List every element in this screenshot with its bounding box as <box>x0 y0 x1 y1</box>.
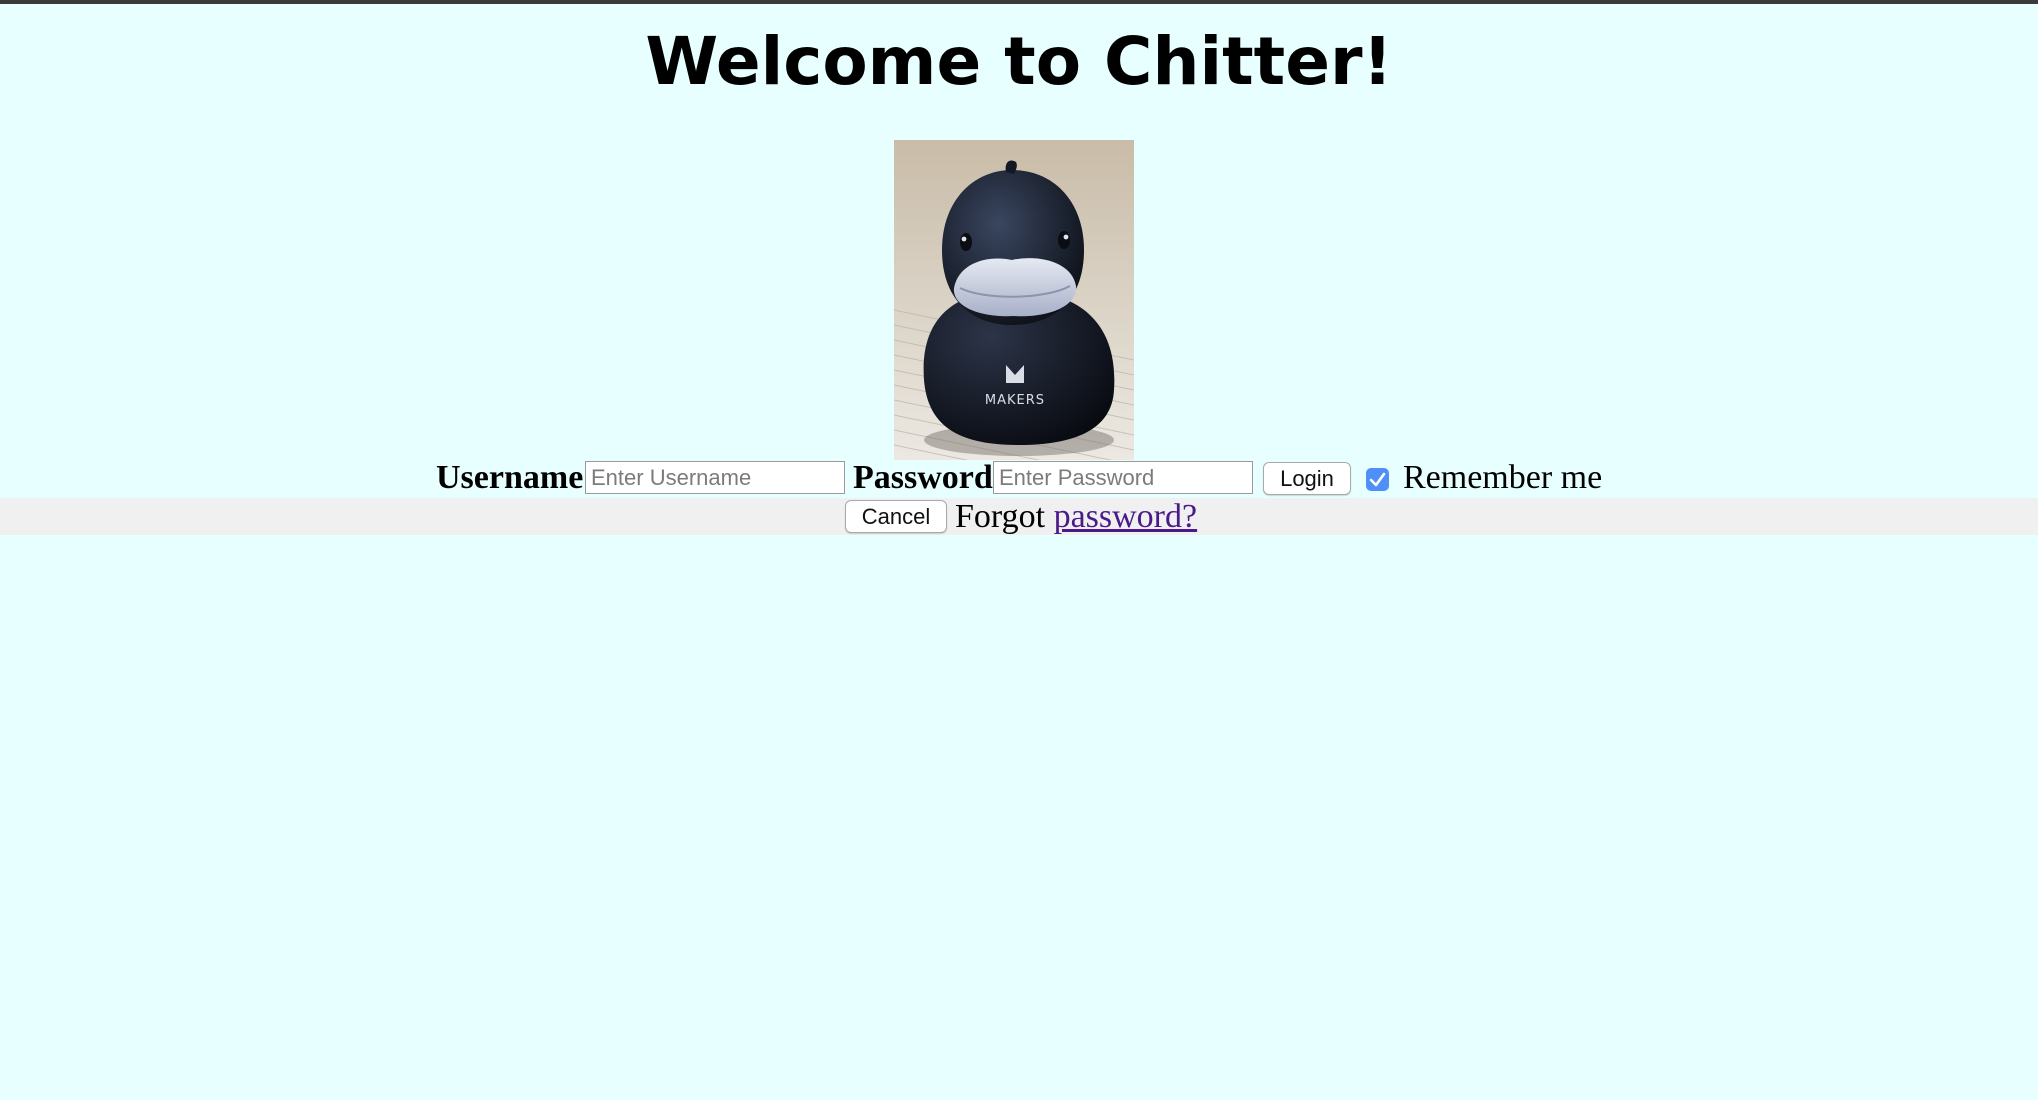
remember-me-label: Remember me <box>1403 459 1603 496</box>
forgot-password-text: Forgot password? <box>955 497 1197 537</box>
login-row: Username Password Login Remember me <box>0 458 2038 498</box>
checkmark-icon <box>1369 472 1386 487</box>
password-label: Password <box>853 459 993 496</box>
page-title: Welcome to Chitter! <box>645 23 1393 100</box>
cancel-bar: Cancel Forgot password? <box>0 498 2038 535</box>
login-button[interactable]: Login <box>1263 462 1351 495</box>
window-top-border <box>0 0 2038 4</box>
remember-me-checkbox[interactable] <box>1366 468 1389 491</box>
forgot-password-link[interactable]: password? <box>1054 498 1198 535</box>
forgot-label: Forgot <box>955 498 1046 535</box>
username-input[interactable] <box>585 461 845 494</box>
password-input[interactable] <box>993 461 1253 494</box>
username-label: Username <box>436 459 584 496</box>
cancel-button[interactable]: Cancel <box>845 500 947 533</box>
rubber-duck-image: MAKERS <box>894 140 1134 460</box>
svg-text:MAKERS: MAKERS <box>985 393 1045 408</box>
